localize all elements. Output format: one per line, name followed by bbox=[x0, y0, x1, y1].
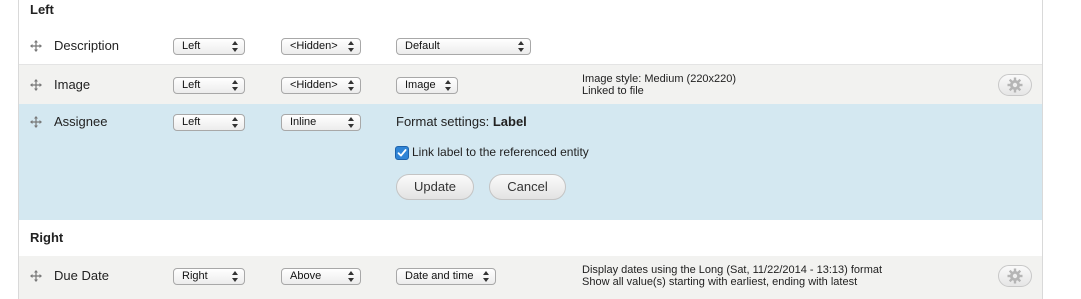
drag-handle-icon[interactable] bbox=[30, 40, 42, 52]
summary-line: Show all value(s) starting with earliest… bbox=[582, 276, 858, 288]
select-arrows-icon bbox=[232, 117, 238, 128]
formatter-name: Label bbox=[492, 114, 527, 129]
field-label: Image bbox=[54, 77, 91, 92]
region-title: Right bbox=[30, 230, 64, 245]
select-arrows-icon bbox=[518, 41, 524, 52]
select-arrows-icon bbox=[348, 41, 354, 52]
formatter-summary: Image style: Medium (220x220) Linked to … bbox=[582, 73, 736, 97]
summary-line: Linked to file bbox=[582, 85, 644, 97]
field-label: Assignee bbox=[54, 114, 108, 129]
drag-handle-icon[interactable] bbox=[30, 79, 42, 91]
region-header-left: Left bbox=[19, 0, 1042, 24]
label-display-select[interactable]: <Hidden> bbox=[281, 38, 361, 55]
label-display-select[interactable]: Above bbox=[281, 268, 361, 285]
update-button[interactable]: Update bbox=[396, 174, 474, 200]
format-settings-title: Format settings: Label bbox=[396, 114, 527, 129]
select-arrows-icon bbox=[483, 271, 489, 282]
select-arrows-icon bbox=[232, 41, 238, 52]
region-select[interactable]: Left bbox=[173, 38, 245, 55]
formatter-summary: Display dates using the Long (Sat, 11/22… bbox=[582, 264, 882, 288]
region-select[interactable]: Left bbox=[173, 77, 245, 94]
select-arrows-icon bbox=[232, 271, 238, 282]
region-select[interactable]: Left bbox=[173, 114, 245, 131]
gear-icon bbox=[1007, 268, 1023, 284]
formatter-settings-button[interactable] bbox=[998, 265, 1032, 287]
formatter-select[interactable]: Default bbox=[396, 38, 531, 55]
region-header-right: Right bbox=[19, 220, 1042, 256]
drag-handle-icon[interactable] bbox=[30, 116, 42, 128]
table-row-description: Description Left <Hidden> Default bbox=[19, 28, 1042, 64]
summary-line: Image style: Medium (220x220) bbox=[582, 73, 737, 85]
field-display-table: Left Description Left <Hidden> Default I… bbox=[18, 0, 1043, 299]
checkmark-icon bbox=[397, 149, 407, 157]
link-label-checkbox-label[interactable]: Link label to the referenced entity bbox=[412, 145, 589, 159]
gear-icon bbox=[1007, 77, 1023, 93]
table-row-due-date: Due Date Right Above Date and time Displ… bbox=[19, 256, 1042, 299]
region-select[interactable]: Right bbox=[173, 268, 245, 285]
drag-handle-icon[interactable] bbox=[30, 270, 42, 282]
cancel-button[interactable]: Cancel bbox=[489, 174, 566, 200]
table-row-assignee: Assignee Left Inline Format settings: La… bbox=[19, 104, 1042, 220]
link-label-checkbox[interactable] bbox=[395, 146, 409, 160]
field-label: Due Date bbox=[54, 268, 109, 283]
formatter-select[interactable]: Image bbox=[396, 77, 458, 94]
label-display-select[interactable]: Inline bbox=[281, 114, 361, 131]
region-title: Left bbox=[30, 2, 54, 17]
select-arrows-icon bbox=[348, 80, 354, 91]
summary-line: Display dates using the Long (Sat, 11/22… bbox=[582, 264, 883, 276]
select-arrows-icon bbox=[348, 117, 354, 128]
select-arrows-icon bbox=[445, 80, 451, 91]
label-display-select[interactable]: <Hidden> bbox=[281, 77, 361, 94]
formatter-settings-button[interactable] bbox=[998, 74, 1032, 96]
table-row-image: Image Left <Hidden> Image Image style: M… bbox=[19, 64, 1042, 104]
formatter-select[interactable]: Date and time bbox=[396, 268, 496, 285]
select-arrows-icon bbox=[348, 271, 354, 282]
select-arrows-icon bbox=[232, 80, 238, 91]
field-label: Description bbox=[54, 38, 120, 53]
